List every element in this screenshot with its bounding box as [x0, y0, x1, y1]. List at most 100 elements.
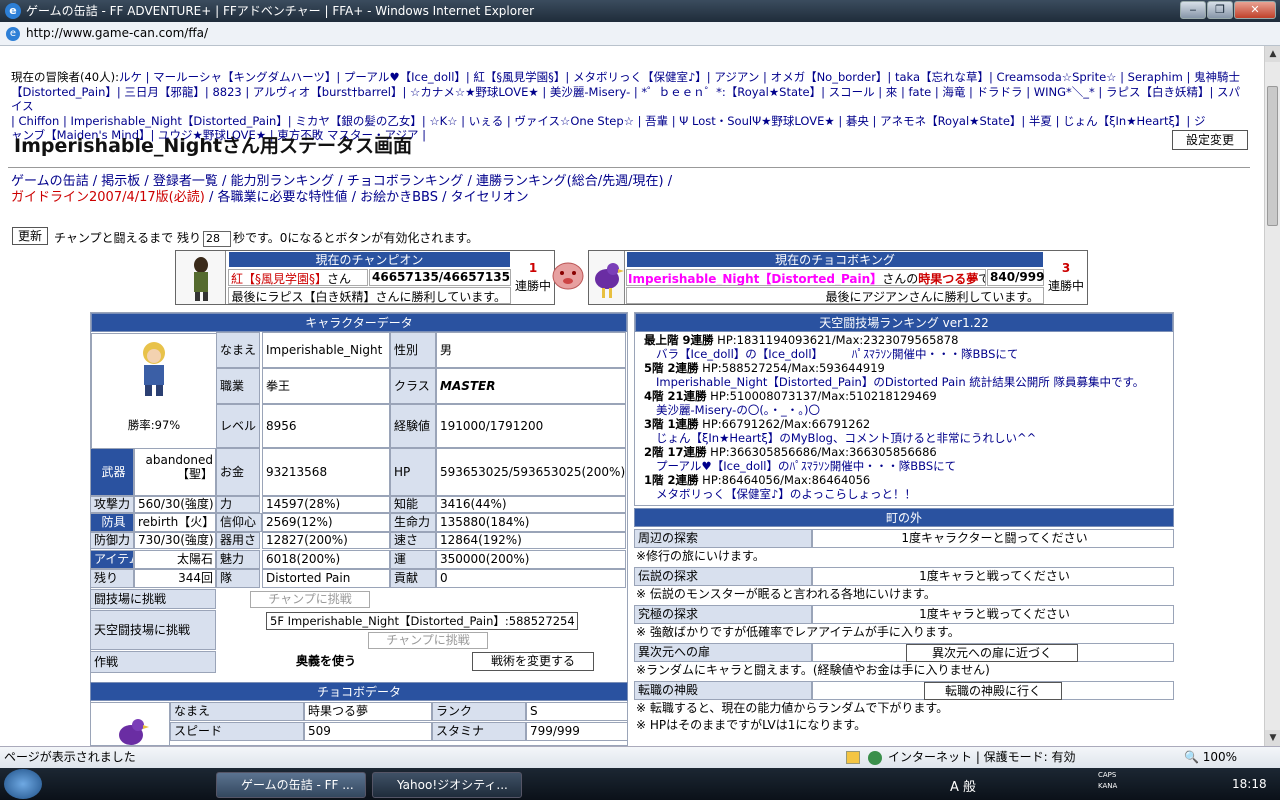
tactic-label: 作戦 — [90, 651, 216, 673]
ranking-comment-4[interactable]: じょん【ξIn★Heartξ】のMyBlog、コメント頂けると非常にうれしい^^ — [656, 431, 1196, 446]
chocobo-king-avatar — [589, 251, 625, 304]
hp-value: 593653025/593653025(200%) — [436, 448, 626, 496]
ranking-floor: 3階 1連勝 — [644, 417, 699, 431]
security-icon[interactable] — [846, 751, 860, 764]
close-button[interactable]: ✕ — [1234, 1, 1276, 19]
gold-value: 93213568 — [262, 448, 390, 496]
spd-label: 速さ — [390, 532, 436, 549]
champion-avatar — [176, 251, 226, 304]
job-label: 職業 — [216, 368, 260, 404]
adventurer-line-3[interactable]: | Chiffon | Imperishable_Night【Distorted… — [11, 114, 1251, 129]
change-tactic-button[interactable]: 戦術を変更する — [472, 652, 594, 671]
ranking-floor: 1階 2連勝 — [644, 473, 699, 487]
countdown-before: チャンプと闘えるまで 残り — [54, 231, 201, 245]
ranking-hp: HP:86464056/Max:86464056 — [698, 473, 871, 487]
town-value-1: 1度キャラクターと闘ってください — [812, 529, 1174, 548]
town-value-2: 1度キャラと戦ってください — [812, 567, 1174, 586]
sky-arena-select[interactable]: 5F Imperishable_Night【Distorted_Pain】:58… — [266, 612, 578, 630]
champion-suffix: さん — [327, 272, 352, 286]
hp-label: HP — [390, 448, 436, 496]
chocobo-king-last-win: 最後にアジアンさんに勝利しています。 — [626, 287, 1044, 304]
level-label: レベル — [216, 404, 260, 448]
vit-value: 135880(184%) — [436, 513, 626, 532]
ranking-hp: HP:588527254/Max:593644919 — [698, 361, 885, 375]
window-titlebar: e ゲームの缶詰 - FF ADVENTURE+ | FFアドベンチャー | F… — [0, 0, 1280, 22]
town-button-5[interactable]: 転職の神殿に行く — [924, 682, 1062, 700]
town-button-4[interactable]: 異次元への扉に近づく — [906, 644, 1078, 662]
arena-challenge-button[interactable]: チャンプに挑戦 — [250, 591, 370, 608]
scroll-down-icon[interactable]: ▼ — [1265, 730, 1280, 746]
address-bar: e http://www.game-can.com/ffa/ — [0, 22, 1280, 46]
scroll-thumb[interactable] — [1267, 86, 1278, 226]
adventurer-line-2[interactable]: 【Distorted_Pain】| 三日月【邪龍】| 8823 | アルヴィオ【… — [11, 85, 1251, 114]
ranking-row-5: 2階 17連勝 HP:366305856686/Max:366305856686 — [644, 445, 1184, 460]
name-value: Imperishable_Night — [262, 332, 390, 368]
town-label-3: 究極の探求 — [634, 605, 812, 624]
update-button[interactable]: 更新 — [12, 227, 48, 245]
ranking-comment-1[interactable]: バラ【Ice_doll】の【Ice_doll】 ﾊﾟｽﾏﾗｿﾝ開催中・・・隊BB… — [656, 347, 1196, 362]
chocobo-rank-label: ランク — [432, 702, 526, 721]
ranking-hp: HP:66791262/Max:66791262 — [698, 417, 871, 431]
ranking-comment-5[interactable]: プーアル♥【Ice_doll】のﾊﾟｽﾏﾗｿﾝ開催中・・・隊BBSにて — [656, 459, 1196, 474]
adventurer-line-1[interactable]: ルケ | マールーシャ【キングダムハーツ】| プーアル♥【Ice_doll】| … — [119, 70, 1240, 84]
status-text: ページが表示されました — [4, 750, 136, 764]
town-desc-4: ※ランダムにキャラと闘えます。(経験値やお金は手に入りません) — [636, 663, 990, 677]
remaining-label: 残り — [90, 569, 134, 588]
ranking-hp: HP:1831194093621/Max:2323079565878 — [713, 333, 959, 347]
taskbar-item-ie[interactable]: ゲームの缶詰 - FF ... — [216, 772, 366, 798]
chocobo-king-owner[interactable]: Imperishable_Night【Distorted_Pain】 — [628, 272, 882, 285]
ranking-floor: 最上階 9連勝 — [644, 333, 714, 347]
int-label: 知能 — [390, 496, 436, 513]
sky-arena-challenge-button[interactable]: チャンプに挑戦 — [368, 632, 488, 649]
chocobo-stamina-value: 799/999 — [526, 722, 628, 741]
chocobo-king-wins-label: 連勝中 — [1047, 279, 1084, 293]
ranking-comment-3[interactable]: 美沙麗-Misery-の〇(。・_・。)〇 — [656, 403, 1196, 418]
nav-links-2[interactable]: / 各職業に必要な特性値 / お絵かきBBS / タイセリオン — [205, 190, 529, 205]
armor-label[interactable]: 防具 — [90, 513, 134, 532]
url-field[interactable]: http://www.game-can.com/ffa/ — [26, 26, 208, 40]
chocobo-king-wins-number: 3 — [1061, 261, 1071, 275]
ranking-row-6: 1階 2連勝 HP:86464056/Max:86464056 — [644, 473, 1184, 488]
countdown-input: 28 — [202, 230, 231, 247]
start-button[interactable] — [4, 769, 42, 799]
guideline-link[interactable]: ガイドライン2007/4/17版(必読) — [11, 190, 205, 205]
weapon-label[interactable]: 武器 — [90, 448, 134, 496]
chocobo-name-label: なまえ — [170, 702, 304, 721]
party-value: Distorted Pain — [262, 569, 390, 588]
chocobo-king-mid: さんの — [882, 272, 919, 286]
caps-indicator: CAPS — [1098, 771, 1117, 779]
charm-value: 6018(200%) — [262, 550, 390, 569]
contrib-label: 貢献 — [390, 569, 436, 588]
chocobo-king-header: 現在のチョコボキング — [626, 251, 1044, 268]
name-label: なまえ — [216, 332, 260, 368]
town-desc-3: ※ 強敵ばかりですが低確率でレアアイテムが手に入ります。 — [636, 625, 960, 639]
gold-label: お金 — [216, 448, 260, 496]
ranking-comment-6[interactable]: メタボリっく【保健室♪】のよっこらしょっと！！ — [656, 487, 1196, 502]
vertical-scrollbar[interactable]: ▲ ▼ — [1264, 46, 1280, 746]
level-value: 8956 — [262, 404, 390, 448]
chocobo-speed-label: スピード — [170, 722, 304, 741]
exp-value: 191000/1791200 — [436, 404, 626, 448]
champion-box: 現在のチャンピオン 紅【§風見学園§】さん 46657135/46657135 … — [175, 250, 555, 305]
item-value: 太陽石 — [134, 550, 216, 569]
taskbar: ゲームの缶詰 - FF ... Yahoo!ジオシティ... A 般 CAPS … — [0, 768, 1280, 800]
chocobo-king-chocobo: 時果つる夢 — [918, 272, 979, 286]
maximize-button[interactable]: ❐ — [1207, 1, 1233, 19]
item-label[interactable]: アイテム — [90, 550, 134, 569]
scroll-up-icon[interactable]: ▲ — [1265, 46, 1280, 62]
chocobo-stamina-label: スタミナ — [432, 722, 526, 741]
nav-links[interactable]: ゲームの缶詰 / 掲示板 / 登録者一覧 / 能力別ランキング / チョコボラン… — [11, 174, 771, 190]
ime-indicator[interactable]: A 般 — [950, 776, 976, 795]
town-desc-5: ※ 転職すると、現在の能力値からランダムで下がります。 — [636, 701, 949, 715]
zoom-level[interactable]: 🔍 100% — [1184, 747, 1237, 768]
ranking-row-4: 3階 1連勝 HP:66791262/Max:66791262 — [644, 417, 1184, 432]
champion-name[interactable]: 紅【§風見学園§】 — [231, 272, 327, 285]
chocobo-king-box: 現在のチョコボキング Imperishable_Night【Distorted_… — [588, 250, 1088, 305]
ranking-row-1: 最上階 9連勝 HP:1831194093621/Max:23230795658… — [644, 333, 1184, 348]
taskbar-item-yahoo[interactable]: Yahoo!ジオシティ... — [372, 772, 522, 798]
divider — [8, 167, 1250, 168]
ranking-comment-2[interactable]: Imperishable_Night【Distorted_Pain】のDisto… — [656, 375, 1196, 390]
minimize-button[interactable]: ‒ — [1180, 1, 1206, 19]
ranking-header: 天空闘技場ランキング ver1.22 — [635, 313, 1173, 332]
settings-button[interactable]: 設定変更 — [1172, 130, 1248, 150]
